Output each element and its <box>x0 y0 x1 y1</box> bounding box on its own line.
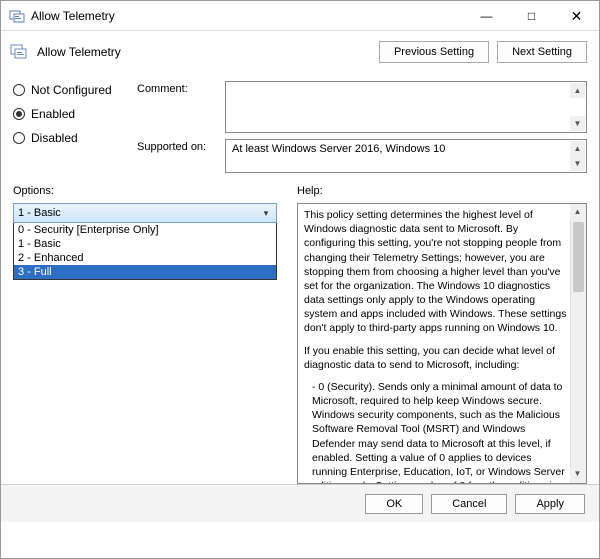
ok-button[interactable]: OK <box>365 494 423 514</box>
scroll-down-icon[interactable]: ▼ <box>570 156 585 171</box>
previous-setting-button[interactable]: Previous Setting <box>379 41 489 63</box>
scroll-up-icon[interactable]: ▲ <box>570 141 585 156</box>
supported-row: Supported on: At least Windows Server 20… <box>137 139 587 173</box>
radio-label: Enabled <box>31 107 75 121</box>
comment-row: Comment: ▲ ▼ <box>137 81 587 133</box>
scroll-down-icon[interactable]: ▼ <box>570 116 585 131</box>
supported-value-box: At least Windows Server 2016, Windows 10… <box>225 139 587 173</box>
option-enhanced[interactable]: 2 - Enhanced <box>14 251 276 265</box>
help-column: Help: This policy setting determines the… <box>297 185 587 484</box>
option-full[interactable]: 3 - Full <box>14 265 276 279</box>
comment-label: Comment: <box>137 81 217 95</box>
options-box: 1 - Basic ▾ 0 - Security [Enterprise Onl… <box>13 203 277 463</box>
window-controls: — □ ✕ <box>464 1 599 30</box>
help-paragraph: If you enable this setting, you can deci… <box>304 344 568 372</box>
telemetry-level-combo[interactable]: 1 - Basic ▾ <box>13 203 277 223</box>
help-scrollbar[interactable]: ▲ ▼ <box>570 204 586 483</box>
policy-icon <box>9 42 29 62</box>
scroll-up-icon[interactable]: ▲ <box>570 205 585 220</box>
lower-panels: Options: 1 - Basic ▾ 0 - Security [Enter… <box>1 179 599 484</box>
option-basic[interactable]: 1 - Basic <box>14 237 276 251</box>
titlebar: Allow Telemetry — □ ✕ <box>1 1 599 31</box>
radio-disabled[interactable]: Disabled <box>13 131 131 145</box>
radio-not-configured[interactable]: Not Configured <box>13 83 131 97</box>
cancel-button[interactable]: Cancel <box>431 494 507 514</box>
options-column: Options: 1 - Basic ▾ 0 - Security [Enter… <box>13 185 277 484</box>
scroll-down-icon[interactable]: ▼ <box>570 467 585 482</box>
next-setting-button[interactable]: Next Setting <box>497 41 587 63</box>
minimize-button[interactable]: — <box>464 1 509 31</box>
scroll-up-icon[interactable]: ▲ <box>570 83 585 98</box>
help-bullet: - 0 (Security). Sends only a minimal amo… <box>312 380 568 484</box>
dialog-footer: OK Cancel Apply <box>1 484 599 522</box>
option-security[interactable]: 0 - Security [Enterprise Only] <box>14 223 276 237</box>
chevron-down-icon: ▾ <box>258 204 274 222</box>
radio-label: Not Configured <box>31 83 112 97</box>
supported-label: Supported on: <box>137 139 217 153</box>
config-area: Not Configured Enabled Disabled Comment:… <box>1 71 599 179</box>
radio-enabled[interactable]: Enabled <box>13 107 131 121</box>
fields-column: Comment: ▲ ▼ Supported on: At least Wind… <box>137 81 587 173</box>
close-button[interactable]: ✕ <box>554 1 599 31</box>
apply-button[interactable]: Apply <box>515 494 585 514</box>
comment-input[interactable]: ▲ ▼ <box>225 81 587 133</box>
policy-title: Allow Telemetry <box>37 45 371 59</box>
options-label: Options: <box>13 185 277 197</box>
radio-icon <box>13 84 25 96</box>
app-icon <box>9 8 25 24</box>
help-text-box: This policy setting determines the highe… <box>297 203 587 484</box>
window-title: Allow Telemetry <box>31 9 464 23</box>
supported-value: At least Windows Server 2016, Windows 10 <box>232 143 445 155</box>
radio-icon <box>13 108 25 120</box>
scrollbar-thumb[interactable] <box>573 222 584 292</box>
help-label: Help: <box>297 185 587 197</box>
telemetry-level-dropdown: 0 - Security [Enterprise Only] 1 - Basic… <box>13 223 277 280</box>
help-paragraph: This policy setting determines the highe… <box>304 208 568 336</box>
state-radios: Not Configured Enabled Disabled <box>13 81 131 173</box>
combo-selected-value: 1 - Basic <box>18 207 61 219</box>
radio-icon <box>13 132 25 144</box>
header-row: Allow Telemetry Previous Setting Next Se… <box>1 31 599 71</box>
maximize-button[interactable]: □ <box>509 1 554 31</box>
radio-label: Disabled <box>31 131 78 145</box>
